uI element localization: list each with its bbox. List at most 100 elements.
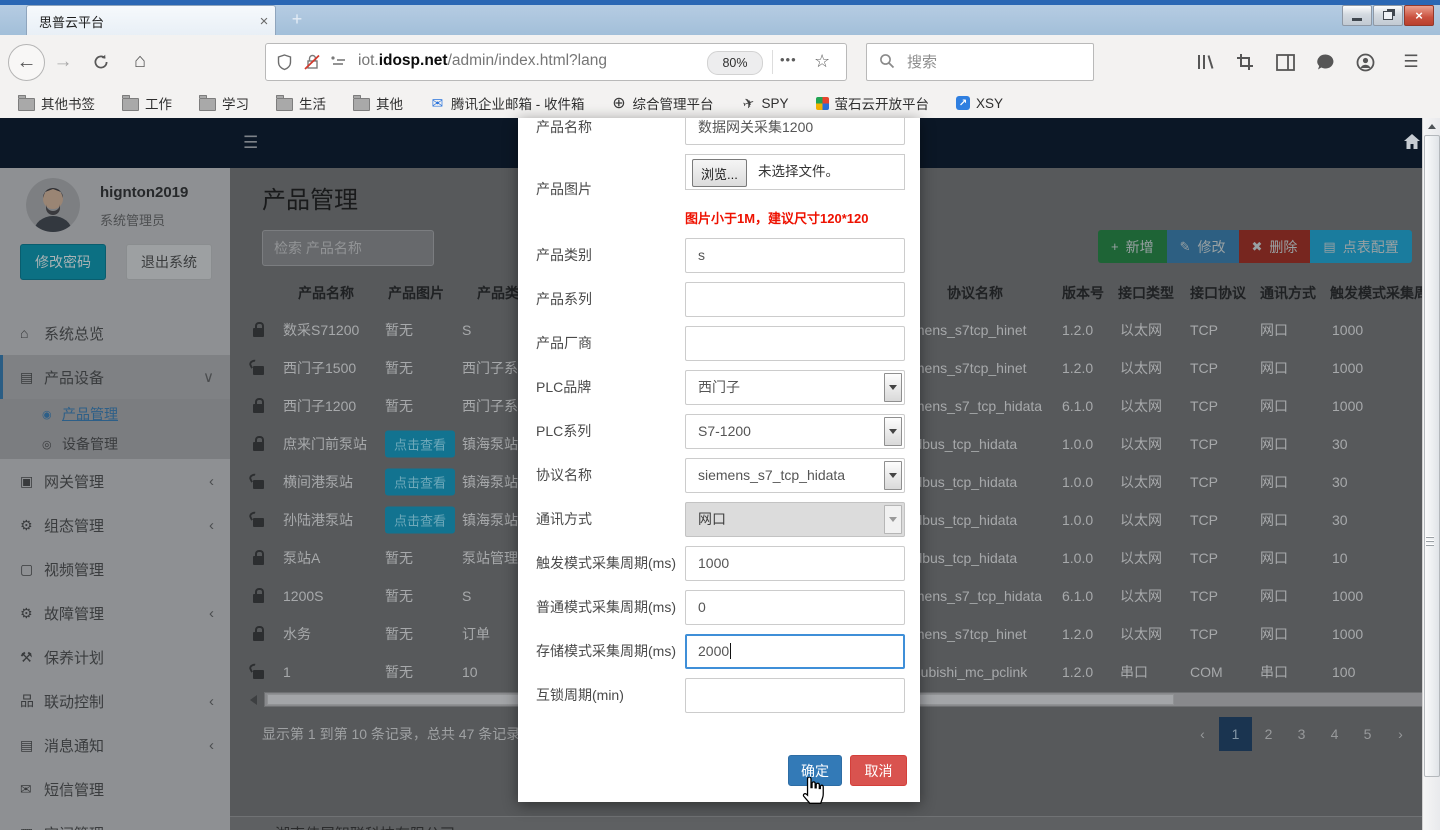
sidebar-item[interactable]: ▢ 视频管理 <box>0 547 230 591</box>
logout-button[interactable]: 退出系统 <box>126 244 212 280</box>
add-button[interactable]: +新增 <box>1098 230 1167 263</box>
sidebar-item[interactable]: ▦ 空间管理 <box>0 811 230 830</box>
bookmark-item[interactable]: 综合管理平台 <box>612 93 714 113</box>
page-button[interactable]: › <box>1384 717 1417 751</box>
forward-button[interactable]: → <box>48 44 78 79</box>
bookmark-item[interactable]: 工作 <box>122 93 172 113</box>
library-icon[interactable] <box>1192 49 1218 75</box>
messages-bubble-icon[interactable] <box>1312 49 1338 75</box>
restore-button[interactable] <box>1373 5 1403 26</box>
sidebar-item[interactable]: ▤ 消息通知 ‹ <box>0 723 230 767</box>
plc-brand-select[interactable]: 西门子 <box>685 370 905 405</box>
edit-button[interactable]: ✎修改 <box>1167 230 1239 263</box>
storage-period-input-focused[interactable]: 2000 <box>685 634 905 669</box>
browser-scrollbar[interactable] <box>1422 118 1440 830</box>
bookmark-item[interactable]: XSY <box>956 96 1003 111</box>
page-button[interactable]: 4 <box>1318 717 1351 751</box>
browser-tab[interactable]: 思普云平台 × <box>26 5 276 36</box>
page-button[interactable]: 3 <box>1285 717 1318 751</box>
minimize-button[interactable] <box>1342 5 1372 26</box>
scrollbar-thumb[interactable] <box>1424 135 1440 777</box>
product-search-input[interactable] <box>263 231 433 265</box>
page-actions-icon[interactable]: ••• <box>780 44 797 78</box>
navbar-home-icon[interactable] <box>1402 132 1422 157</box>
screenshot-tool-icon[interactable] <box>1232 49 1258 75</box>
view-image-button[interactable]: 点击查看 <box>385 431 455 458</box>
zoom-level-badge[interactable]: 80% <box>707 51 763 75</box>
permissions-icon[interactable] <box>328 52 348 72</box>
vendor-input[interactable] <box>685 326 905 361</box>
sidebar-item[interactable]: ⚙ 组态管理 ‹ <box>0 503 230 547</box>
reload-button[interactable] <box>86 44 116 79</box>
sidebar-collapse-icon[interactable]: ☰ <box>243 134 258 151</box>
cancel-button[interactable]: 取消 <box>850 755 907 786</box>
sidebar-item[interactable]: ▤ 产品设备 ∨ <box>0 355 230 399</box>
dropdown-arrow-icon[interactable] <box>884 417 902 446</box>
sidebar-item[interactable]: ⚒ 保养计划 <box>0 635 230 679</box>
back-button[interactable]: ← <box>8 44 45 81</box>
url-prefix: iot. <box>358 52 379 69</box>
menu-icon[interactable]: ☰ <box>1398 49 1424 75</box>
avatar[interactable] <box>26 178 80 232</box>
bookmark-star-icon[interactable]: ☆ <box>814 44 830 78</box>
plc-series-select[interactable]: S7-1200 <box>685 414 905 449</box>
new-tab-button[interactable]: + <box>284 8 310 30</box>
scrollbar-up-arrow[interactable] <box>1423 118 1440 134</box>
account-icon[interactable] <box>1352 49 1378 75</box>
category-input[interactable]: s <box>685 238 905 273</box>
bookmark-item[interactable]: 萤石云开放平台 <box>816 93 930 113</box>
bookmark-item[interactable]: 其他 <box>353 93 403 113</box>
dropdown-arrow-icon[interactable] <box>884 373 902 402</box>
bookmark-item[interactable]: 学习 <box>199 93 249 113</box>
dropdown-arrow-icon[interactable] <box>884 461 902 490</box>
cell-version: 6.1.0 <box>1062 398 1093 414</box>
page-button[interactable]: 1 <box>1219 717 1252 751</box>
chevron-icon: ‹ <box>209 473 214 490</box>
page-button[interactable]: ‹ <box>1186 717 1219 751</box>
url-text[interactable]: iot.idosp.net/admin/index.html?lang <box>358 44 706 78</box>
sidebar-menu: ⌂ 系统总览 ▤ 产品设备 ∨ ◉ 产品管理 <box>0 298 230 830</box>
sidebar-item[interactable]: ▣ 网关管理 ‹ <box>0 459 230 503</box>
insecure-lock-icon[interactable] <box>302 52 322 72</box>
delete-button[interactable]: ✖删除 <box>1239 230 1311 263</box>
browser-search[interactable] <box>866 43 1094 81</box>
trigger-period-input[interactable]: 1000 <box>685 546 905 581</box>
bookmark-item[interactable]: 腾讯企业邮箱 - 收件箱 <box>430 93 585 113</box>
interlock-period-input[interactable] <box>685 678 905 713</box>
sidebar-toggle-icon[interactable] <box>1272 49 1298 75</box>
view-image-button[interactable]: 点击查看 <box>385 507 455 534</box>
bookmark-item[interactable]: 其他书签 <box>18 93 95 113</box>
series-input[interactable] <box>685 282 905 317</box>
browse-button[interactable]: 浏览... <box>692 159 747 187</box>
page-button[interactable]: 5 <box>1351 717 1384 751</box>
sidebar-item[interactable]: 品 联动控制 ‹ <box>0 679 230 723</box>
sidebar-item[interactable]: ✉ 短信管理 <box>0 767 230 811</box>
url-bar[interactable]: iot.idosp.net/admin/index.html?lang 80% … <box>265 43 847 81</box>
normal-period-input[interactable]: 0 <box>685 590 905 625</box>
tab-close-icon[interactable]: × <box>253 13 275 30</box>
page-button[interactable]: 2 <box>1252 717 1285 751</box>
product-image-file-input[interactable]: 浏览... 未选择文件。 <box>685 154 905 190</box>
sidebar-item[interactable]: ⚙ 故障管理 ‹ <box>0 591 230 635</box>
search-icon <box>877 51 897 71</box>
view-image-button[interactable]: 点击查看 <box>385 469 455 496</box>
sidebar-item[interactable]: ◉ 产品管理 <box>0 399 230 429</box>
change-password-button[interactable]: 修改密码 <box>20 244 106 280</box>
browser-search-input[interactable] <box>905 45 1089 79</box>
sidebar-item-label: 产品管理 <box>62 404 118 424</box>
protocol-select[interactable]: siemens_s7_tcp_hidata <box>685 458 905 493</box>
product-search[interactable] <box>262 230 434 266</box>
cell-interface-type: 以太网 <box>1120 434 1162 454</box>
sidebar-item[interactable]: ⌂ 系统总览 <box>0 311 230 355</box>
shield-icon[interactable] <box>274 52 294 72</box>
sidebar-item-label: 网关管理 <box>44 471 104 492</box>
product-name-input[interactable]: 数据网关采集1200 <box>685 118 905 145</box>
bookmark-item[interactable]: SPY <box>741 96 789 111</box>
sidebar-item[interactable]: ◎ 设备管理 <box>0 429 230 459</box>
home-button[interactable]: ⌂ <box>124 44 156 79</box>
bookmark-item[interactable]: 生活 <box>276 93 326 113</box>
point-table-config-button[interactable]: ▤点表配置 <box>1310 230 1411 263</box>
scroll-left-arrow[interactable] <box>250 695 257 705</box>
sidebar-item-label: 空间管理 <box>44 823 104 830</box>
close-button[interactable]: × <box>1404 5 1434 26</box>
